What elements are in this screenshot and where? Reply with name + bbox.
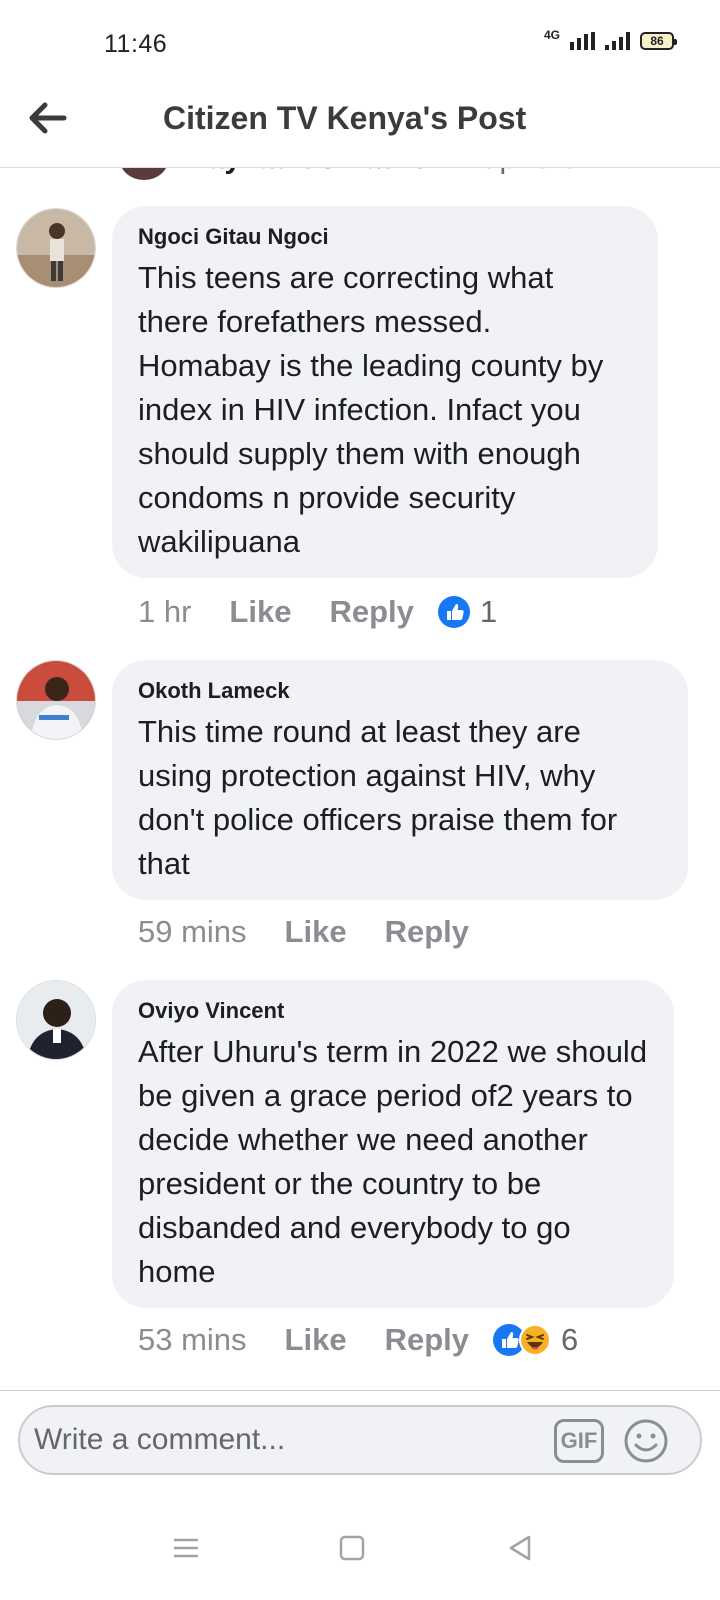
home-nav-button[interactable] [334,1530,370,1566]
comment-input-container[interactable]: GIF [18,1405,702,1475]
avatar[interactable] [16,208,96,288]
avatar-photo-icon [17,209,95,287]
back-arrow-icon [29,102,67,134]
comment-bubble[interactable]: Ngoci Gitau Ngoci This teens are correct… [112,206,658,578]
reactions-summary[interactable]: 1 [437,594,498,630]
smiley-icon [624,1419,668,1463]
menu-icon [174,1538,198,1558]
haha-reaction-icon [519,1324,551,1356]
reply-button[interactable]: Reply [385,1322,469,1358]
comment-author[interactable]: Oviyo Vincent [138,998,648,1024]
comment-actions: 1 hr Like Reply 1 [138,594,497,630]
status-time: 11:46 [104,30,168,58]
triangle-back-icon [509,1535,531,1561]
system-nav-bar [0,1500,720,1600]
emoji-button[interactable] [622,1417,670,1465]
like-reaction-icon [437,596,470,628]
avatar[interactable] [16,980,96,1060]
gif-label: GIF [560,1428,598,1453]
battery-level: 86 [650,34,664,48]
avatar-photo-icon [17,981,95,1059]
comment-bubble[interactable]: Okoth Lameck This time round at least th… [112,660,688,900]
network-type-label: 4G [543,28,560,42]
comment-timestamp[interactable]: 53 mins [138,1322,247,1358]
like-button[interactable]: Like [229,594,291,630]
comment-text: This teens are correcting what there for… [138,260,604,559]
menu-nav-button[interactable] [168,1530,204,1566]
gif-button[interactable]: GIF [554,1419,604,1463]
status-bar: 11:46 4G 86 [0,0,720,80]
reply-button[interactable]: Reply [385,914,469,950]
comment-composer: GIF [0,1390,720,1500]
avatar[interactable] [16,660,96,740]
comment-author[interactable]: Okoth Lameck [138,678,662,704]
back-nav-button[interactable] [502,1530,538,1566]
comment-bubble[interactable]: Oviyo Vincent After Uhuru's term in 2022… [112,980,674,1308]
reaction-count: 1 [479,594,498,629]
reactions-summary[interactable]: 6 [493,1322,578,1358]
post-header: Citizen TV Kenya's Post [0,80,720,168]
comment-text: After Uhuru's term in 2022 we should be … [138,1034,648,1289]
comment-actions: 53 mins Like Reply 6 [138,1322,578,1358]
comment-input[interactable] [34,1417,534,1463]
comment-timestamp[interactable]: 59 mins [138,914,247,950]
like-button[interactable]: Like [285,914,347,950]
comment-text: This time round at least they are using … [138,714,618,881]
square-icon [339,1535,365,1561]
comment-actions: 59 mins Like Reply [138,914,507,950]
page-title: Citizen TV Kenya's Post [163,100,527,136]
status-icons: 4G 86 [544,28,677,50]
avatar-photo-icon [17,661,95,739]
battery-icon: 86 [640,32,677,50]
reaction-count: 6 [561,1322,579,1357]
signal-icon-2 [605,32,630,50]
signal-icon-1 [570,32,595,50]
like-button[interactable]: Like [285,1322,347,1358]
back-button[interactable] [24,94,72,142]
comment-author[interactable]: Ngoci Gitau Ngoci [138,224,632,250]
comment-timestamp[interactable]: 1 hr [138,594,191,630]
reply-button[interactable]: Reply [329,594,413,630]
